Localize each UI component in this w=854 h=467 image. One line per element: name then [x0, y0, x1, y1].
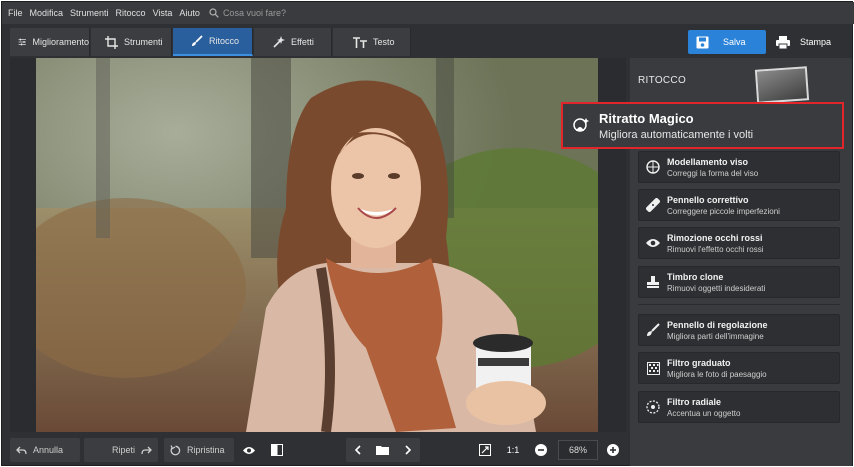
chevron-left-icon[interactable] [354, 445, 361, 455]
menu-strumenti[interactable]: Strumenti [70, 8, 109, 18]
magic-wand-icon [273, 35, 285, 48]
stamp-icon [639, 275, 667, 289]
tab-label: Ritocco [209, 36, 240, 46]
tool-desc: Migliora le foto di paesaggio [667, 369, 767, 379]
brush-icon [639, 323, 667, 337]
tool-name: Ritratto Magico [599, 110, 694, 126]
tool-name: Filtro graduato [667, 357, 731, 368]
save-button[interactable]: Salva [688, 30, 766, 54]
search-icon [209, 8, 219, 18]
zoom-level[interactable]: 68% [558, 440, 598, 460]
fit-to-screen-button[interactable] [474, 438, 496, 462]
printer-icon [776, 35, 790, 49]
actual-size-button[interactable]: 1:1 [502, 438, 524, 462]
tab-label: Effetti [291, 37, 314, 47]
undo-button[interactable]: Annulla [10, 438, 80, 462]
tab-miglioramento[interactable]: Miglioramento [10, 28, 90, 56]
face-shape-icon [639, 160, 667, 174]
photo-illustration [36, 58, 598, 432]
undo-label: Annulla [33, 445, 64, 455]
zoom-out-button[interactable] [530, 438, 552, 462]
sliders-icon [18, 38, 26, 46]
crop-icon [105, 35, 118, 49]
reset-button[interactable]: Ripristina [164, 438, 234, 462]
menu-ritocco[interactable]: Ritocco [116, 8, 146, 18]
menu-modifica[interactable]: Modifica [30, 8, 64, 18]
app-window: File Modifica Strumenti Ritocco Vista Ai… [1, 1, 854, 466]
save-label: Salva [723, 37, 746, 47]
brush-icon [192, 35, 203, 46]
navigation-group [346, 438, 420, 462]
tool-rimozione-occhi-rossi[interactable]: Rimozione occhi rossi Rimuovi l'effetto o… [638, 227, 840, 259]
panel-divider [638, 304, 840, 305]
tab-label: Testo [373, 37, 395, 47]
tab-ritocco[interactable]: Ritocco [173, 28, 253, 56]
tool-desc: Accentua un oggetto [667, 408, 741, 418]
menu-vista[interactable]: Vista [153, 8, 173, 18]
tool-desc: Migliora parti dell'immagine [667, 331, 764, 341]
fit-screen-icon [479, 444, 491, 456]
redo-icon [141, 446, 152, 454]
zoom-out-icon [535, 444, 547, 456]
tool-filtro-radiale[interactable]: Filtro radiale Accentua un oggetto [638, 391, 840, 423]
floppy-icon [696, 36, 709, 48]
compare-button[interactable] [266, 438, 288, 462]
text-icon [353, 36, 367, 48]
tool-pennello-regolazione[interactable]: Pennello di regolazione Migliora parti de… [638, 314, 840, 346]
chevron-right-icon[interactable] [405, 445, 412, 455]
search-box[interactable]: Cosa vuoi fare? [209, 8, 286, 18]
canvas-area[interactable] [10, 58, 626, 432]
tool-name: Modellamento viso [667, 156, 749, 167]
gradient-filter-icon [639, 361, 667, 375]
tool-desc: Correggere piccole imperfezioni [667, 206, 780, 216]
tool-modellamento-viso[interactable]: Modellamento viso Correggi la forma del v… [638, 151, 840, 183]
radial-filter-icon [639, 400, 667, 414]
tool-pennello-correttivo[interactable]: Pennello correttivo Correggere piccole im… [638, 189, 840, 221]
tool-desc: Migliora automaticamente i volti [599, 128, 754, 141]
redo-button[interactable]: Ripeti [84, 438, 158, 462]
tab-effetti[interactable]: Effetti [254, 28, 332, 56]
bottom-toolbar: Annulla Ripeti Ripristina 1:1 68% [2, 436, 626, 466]
tool-desc: Rimuovi l'effetto occhi rossi [667, 244, 764, 254]
reset-icon [170, 444, 181, 455]
tab-label: Strumenti [124, 37, 163, 47]
menu-file[interactable]: File [8, 8, 23, 18]
reset-label: Ripristina [187, 445, 225, 455]
panel-title: RITOCCO [638, 75, 687, 86]
eye-icon [243, 446, 255, 454]
tool-name: Rimozione occhi rossi [667, 232, 763, 243]
folder-icon[interactable] [376, 445, 390, 455]
redo-label: Ripeti [111, 445, 135, 455]
tool-ritratto-magico[interactable]: Ritratto Magico Migliora automaticamente… [561, 102, 844, 149]
tool-filtro-graduato[interactable]: Filtro graduato Migliora le foto di paesa… [638, 352, 840, 384]
compare-icon [271, 444, 283, 456]
preview-toggle[interactable] [238, 438, 260, 462]
tab-strumenti[interactable]: Strumenti [91, 28, 172, 56]
search-placeholder: Cosa vuoi fare? [222, 8, 286, 18]
eye-icon [639, 238, 667, 248]
zoom-in-button[interactable] [602, 438, 624, 462]
panel-decor-image [754, 66, 810, 104]
tool-name: Timbro clone [667, 271, 724, 282]
undo-icon [16, 446, 27, 454]
face-magic-icon [563, 117, 599, 135]
print-button[interactable]: Stampa [770, 30, 846, 54]
tool-name: Pennello correttivo [667, 194, 749, 205]
tool-name: Pennello di regolazione [667, 319, 768, 330]
tool-name: Filtro radiale [667, 396, 722, 407]
tool-desc: Correggi la forma del viso [667, 168, 759, 178]
menu-aiuto[interactable]: Aiuto [179, 8, 200, 18]
bandage-icon [639, 198, 667, 212]
menu-bar: File Modifica Strumenti Ritocco Vista Ai… [2, 2, 854, 24]
print-label: Stampa [800, 37, 832, 47]
tool-timbro-clone[interactable]: Timbro clone Rimuovi oggetti indesiderati [638, 266, 840, 298]
tab-testo[interactable]: Testo [333, 28, 411, 56]
portrait-photo[interactable] [36, 58, 598, 432]
tab-label: Miglioramento [32, 37, 89, 47]
tool-desc: Rimuovi oggetti indesiderati [667, 283, 766, 293]
zoom-in-icon [607, 444, 619, 456]
